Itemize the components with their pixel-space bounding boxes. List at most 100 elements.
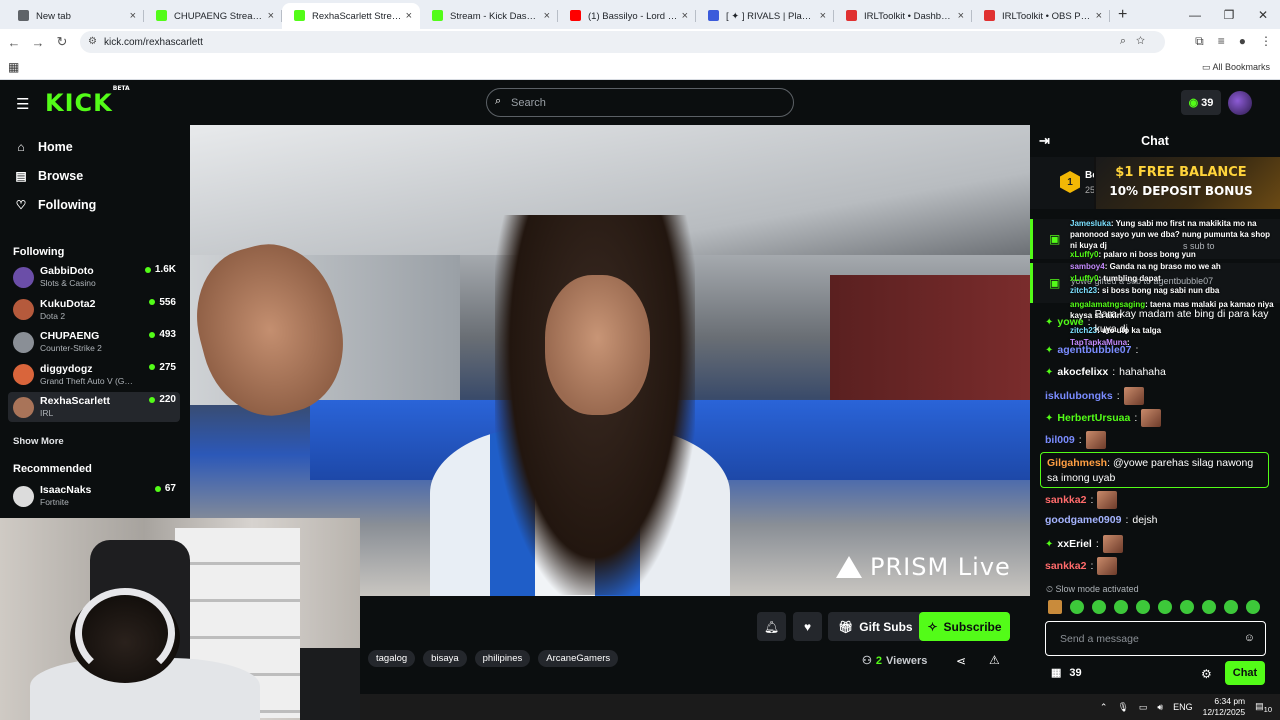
reload-button[interactable]: ↻ [50,34,74,50]
media-icon[interactable]: ≡ [1218,34,1225,49]
tab-close-icon[interactable]: × [544,10,550,22]
chat-points[interactable]: ▦ 39 [1051,666,1082,680]
chat-username: zitch23 [1070,286,1098,295]
tab-close-icon[interactable]: × [268,10,274,22]
sidebar-item-following[interactable]: ♡ Following [14,198,97,212]
browser-tab[interactable]: [ ✦ ] RIVALS | Play on Rob × [696,3,834,29]
kick-points-button[interactable]: ◉ 39 [1181,90,1221,115]
mic-icon[interactable]: 🎙︎ [1117,702,1128,713]
chat-username[interactable]: HerbertUrsuaa [1057,411,1130,426]
browser-tab[interactable]: RexhaScarlett Stream × [282,3,420,29]
browser-tab[interactable]: CHUPAENG Stream - Watc × [144,3,282,29]
sidebar-channel[interactable]: KukuDota2 Dota 2 556 [8,295,180,325]
tab-close-icon[interactable]: × [682,10,688,22]
tab-close-icon[interactable]: × [958,10,964,22]
menu-toggle-icon[interactable]: ☰ [16,95,29,113]
extensions-icon[interactable]: ⧉ [1195,34,1204,49]
sidebar-channel[interactable]: RexhaScarlett IRL 220 [8,392,180,422]
browser-tab[interactable]: IRLToolkit • OBS Profiles × [972,3,1110,29]
gift-subs-button[interactable]: 🎁︎ Gift Subs [828,612,923,641]
emote-icon[interactable] [1246,600,1260,614]
chat-username[interactable]: sankka2 [1045,493,1086,508]
forward-button[interactable]: → [26,35,50,50]
emote-icon[interactable] [1070,600,1084,614]
chat-settings-icon[interactable]: ⚙ [1201,667,1212,681]
clock[interactable]: 6:34 pm 12/12/2025 [1203,696,1246,718]
subscribe-button[interactable]: ✧ Subscribe [919,612,1010,641]
back-button[interactable]: ← [2,35,26,50]
menu-icon[interactable]: ⋮ [1260,34,1272,49]
tag-pill[interactable]: bisaya [423,650,467,667]
all-bookmarks[interactable]: ▭ All Bookmarks [1202,62,1270,73]
browser-tab[interactable]: New tab × [6,3,144,29]
emote-icon[interactable] [1158,600,1172,614]
sidebar-item-browse[interactable]: ▤ Browse [14,169,83,183]
profile-icon[interactable]: ● [1239,34,1246,49]
notifications-icon[interactable]: ▤10 [1255,701,1272,714]
emote-icon[interactable] [1048,600,1062,614]
chat-message: ✦ yowe: Para kay madam ate bing di para ka… [1045,307,1277,337]
sidebar-channel[interactable]: IsaacNaks Fortnite 67 [8,481,180,511]
apps-icon[interactable]: ▦ [8,60,19,74]
maximize-button[interactable]: ❐ [1212,8,1246,22]
emote-icon[interactable] [1114,600,1128,614]
url-field[interactable]: ⚙ kick.com/rexhascarlett ⌕☆ [80,31,1165,53]
site-info-icon[interactable]: ⚙ [88,36,97,47]
chat-username[interactable]: sankka2 [1045,559,1086,574]
emote-icon[interactable] [1202,600,1216,614]
language-indicator[interactable]: ENG [1173,702,1193,712]
browser-tab[interactable]: (1) Bassilyo - Lord Patawa × [558,3,696,29]
chat-username[interactable]: akocfelixx [1057,365,1108,380]
chat-username[interactable]: Gilgahmesh [1047,457,1107,469]
tag-pill[interactable]: tagalog [368,650,416,667]
search-input[interactable]: ⌕ Search [486,88,794,117]
sidebar-channel[interactable]: CHUPAENG Counter-Strike 2 493 [8,327,180,357]
chat-username[interactable]: bil009 [1045,433,1075,448]
new-tab-button[interactable]: + [1118,6,1127,24]
tag-pill[interactable]: ArcaneGamers [538,650,619,667]
tab-close-icon[interactable]: × [820,10,826,22]
tray-overflow-icon[interactable]: ⌃ [1100,702,1108,713]
show-more-link[interactable]: Show More [13,436,64,447]
ad-banner[interactable]: $1 FREE BALANCE 10% DEPOSIT BONUS [1094,157,1280,209]
network-icon[interactable]: ▭ [1139,702,1148,713]
emoji-picker-icon[interactable]: ☺ [1244,632,1255,644]
tab-close-icon[interactable]: × [130,10,136,22]
send-chat-button[interactable]: Chat [1225,661,1265,685]
chat-username: Jamesluka [1070,219,1111,228]
tab-close-icon[interactable]: × [1096,10,1102,22]
close-window-button[interactable]: ✕ [1246,8,1280,22]
heart-icon: ♥ [803,619,812,634]
emote-icon[interactable] [1180,600,1194,614]
share-icon[interactable]: ⋖ [956,654,966,668]
sidebar-channel[interactable]: diggydogz Grand Theft Auto V (G… 275 [8,360,180,390]
volume-icon[interactable]: 🔊︎ [1157,702,1163,713]
tab-title: [ ✦ ] RIVALS | Play on Rob [726,10,816,22]
report-icon[interactable]: ⚠ [989,653,1000,667]
channel-info: GabbiDoto Slots & Casino [40,265,145,289]
chat-message-input[interactable]: Send a message ☺ [1045,621,1266,656]
sidebar-item-home[interactable]: ⌂ Home [14,140,72,154]
chat-username[interactable]: agentbubble07 [1057,343,1131,358]
emote-icon[interactable] [1092,600,1106,614]
tag-pill[interactable]: philipines [474,650,531,667]
kick-logo[interactable]: KICKBETA [45,85,130,117]
chat-username[interactable]: iskulubongks [1045,389,1113,404]
emote-icon[interactable] [1136,600,1150,614]
sidebar-channel[interactable]: GabbiDoto Slots & Casino 1.6K [8,262,180,292]
follow-heart-button[interactable]: ♥ [793,612,822,641]
collapse-chat-icon[interactable]: ⇥ [1039,133,1050,149]
minimize-button[interactable]: — [1178,8,1212,22]
browser-tab[interactable]: IRLToolkit • Dashboard × [834,3,972,29]
zoom-bookmark-icons[interactable]: ⌕☆ [1120,35,1155,48]
notification-bell-button[interactable]: 🔔︎ [757,612,786,641]
viewer-count: 220 [149,394,176,405]
chat-username[interactable]: xxEriel [1057,537,1091,552]
tab-close-icon[interactable]: × [406,10,412,22]
chat-username[interactable]: yowe [1057,315,1083,330]
browser-tab[interactable]: Stream - Kick Dashboard × [420,3,558,29]
chat-message: iskulubongks: [1045,387,1277,405]
chat-username[interactable]: goodgame0909 [1045,513,1121,528]
emote-icon[interactable] [1224,600,1238,614]
user-avatar[interactable] [1228,91,1252,115]
